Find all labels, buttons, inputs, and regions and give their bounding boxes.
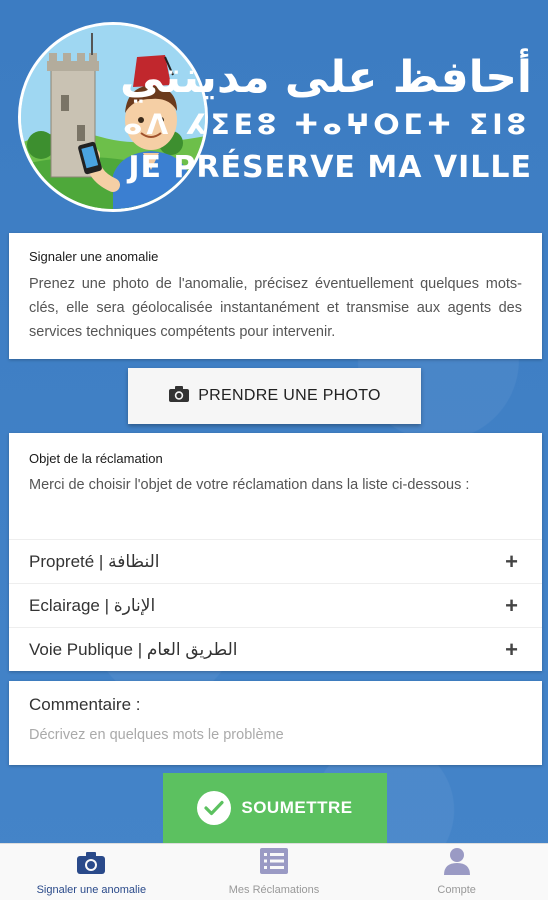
category-item-proprete[interactable]: Propreté | النظافة + bbox=[9, 539, 542, 583]
plus-icon: + bbox=[505, 548, 518, 574]
camera-icon bbox=[168, 385, 190, 408]
check-circle-icon bbox=[197, 791, 232, 825]
comment-card: Commentaire : bbox=[9, 681, 542, 765]
plus-icon: + bbox=[505, 592, 518, 618]
nav-tab-report[interactable]: Signaler une anomalie bbox=[0, 844, 183, 900]
app-title-tifinagh: ⴰⴷ ⵃⵉⴹⵓ ⵜⴰⵖⵔⵎⵜ ⵉⵏⵓ bbox=[123, 108, 530, 141]
category-label: Voie Publique | الطريق العام bbox=[29, 639, 238, 659]
nav-tab-my-complaints[interactable]: Mes Réclamations bbox=[183, 844, 366, 900]
submit-button[interactable]: SOUMETTRE bbox=[163, 773, 387, 843]
report-info-title: Signaler une anomalie bbox=[29, 249, 159, 264]
take-photo-button[interactable]: PRENDRE UNE PHOTO bbox=[128, 368, 421, 424]
app-title-arabic: أحافظ على مدينتي bbox=[119, 52, 532, 103]
comment-input[interactable] bbox=[29, 727, 522, 743]
complaint-object-card: Objet de la réclamation Merci de choisir… bbox=[9, 433, 542, 671]
category-item-voie-publique[interactable]: Voie Publique | الطريق العام + bbox=[9, 627, 542, 671]
plus-icon: + bbox=[505, 636, 518, 662]
list-icon bbox=[259, 847, 289, 880]
submit-label: SOUMETTRE bbox=[241, 798, 353, 817]
user-icon bbox=[443, 847, 471, 880]
category-item-eclairage[interactable]: Eclairage | الإنارة + bbox=[9, 583, 542, 627]
camera-icon bbox=[76, 851, 106, 880]
report-info-card: Signaler une anomalie Prenez une photo d… bbox=[9, 233, 542, 359]
report-info-text: Prenez une photo de l'anomalie, précisez… bbox=[29, 276, 522, 340]
complaint-object-title: Objet de la réclamation bbox=[29, 451, 163, 466]
nav-label: Compte bbox=[437, 884, 476, 896]
bottom-navigation: Signaler une anomalie Mes Réclamations C… bbox=[0, 843, 548, 900]
complaint-object-description: Merci de choisir l'objet de votre réclam… bbox=[29, 477, 470, 493]
take-photo-label: PRENDRE UNE PHOTO bbox=[198, 387, 381, 404]
app-header: أحافظ على مدينتي ⴰⴷ ⵃⵉⴹⵓ ⵜⴰⵖⵔⵎⵜ ⵉⵏⵓ JE P… bbox=[0, 0, 548, 225]
nav-tab-account[interactable]: Compte bbox=[365, 844, 548, 900]
category-label: Eclairage | الإنارة bbox=[29, 595, 156, 615]
category-label: Propreté | النظافة bbox=[29, 551, 160, 571]
nav-label: Signaler une anomalie bbox=[36, 884, 147, 896]
nav-label: Mes Réclamations bbox=[228, 884, 320, 896]
comment-label: Commentaire : bbox=[29, 695, 141, 714]
app-title-french: JE PRÉSERVE MA VILLE bbox=[128, 150, 532, 185]
